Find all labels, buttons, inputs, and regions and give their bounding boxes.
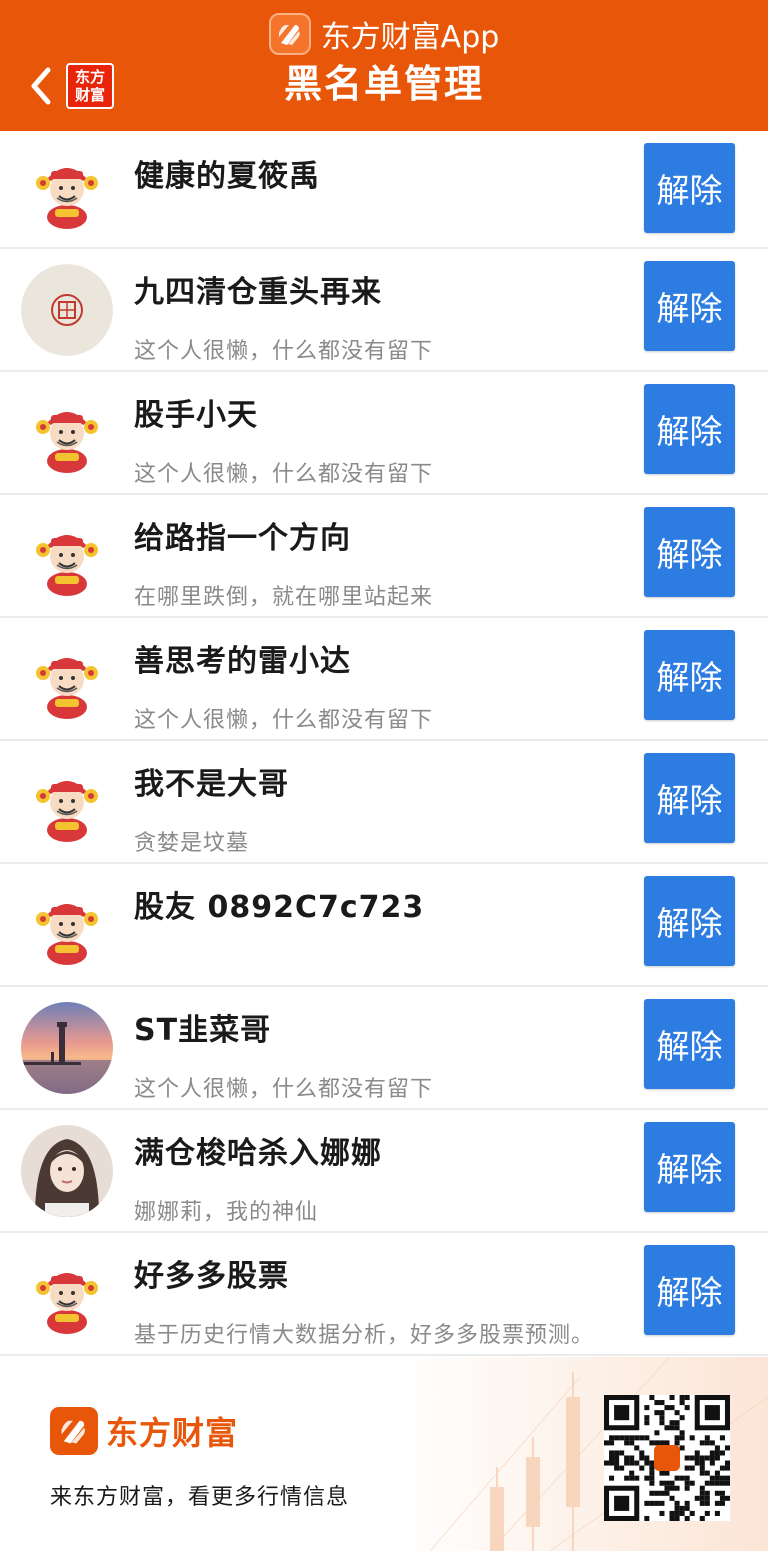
user-name: 善思考的雷小达: [134, 644, 351, 679]
user-bio: 在哪里跌倒，就在哪里站起来: [134, 585, 434, 610]
user-bio: 这个人很懒，什么都没有留下: [134, 708, 434, 733]
unblock-button[interactable]: 解除: [644, 143, 735, 233]
user-name: 股友 0892C7c723: [134, 890, 425, 925]
unblock-button[interactable]: 解除: [644, 507, 735, 597]
blacklist-row: 给路指一个方向在哪里跌倒，就在哪里站起来 解除: [0, 495, 768, 618]
user-name: 九四清仓重头再来: [134, 275, 382, 310]
unblock-button[interactable]: 解除: [644, 1245, 735, 1335]
unblock-button[interactable]: 解除: [644, 876, 735, 966]
blacklist-row: 股友 0892C7c723 解除: [0, 864, 768, 987]
blacklist-row: 我不是大哥贪婪是坟墓 解除: [0, 741, 768, 864]
page-title: 黑名单管理: [283, 62, 484, 106]
app-header: 东方财富App 东方 财富 黑名单管理: [0, 0, 768, 131]
blacklist-row: 健康的夏筱禹 解除: [0, 131, 768, 249]
avatar[interactable]: [21, 632, 113, 725]
avatar[interactable]: [21, 755, 113, 848]
footer-brand: 东方财富: [106, 1414, 239, 1452]
unblock-button[interactable]: 解除: [644, 1122, 735, 1212]
user-bio: 这个人很懒，什么都没有留下: [134, 339, 434, 364]
blacklist-row: 九四清仓重头再来这个人很懒，什么都没有留下 解除: [0, 249, 768, 372]
blacklist: 健康的夏筱禹 解除 九四清仓重头再来 这个人很懒，什么都没有留下 解除 股手小天 这个人…: [0, 131, 768, 1356]
user-name: 健康的夏筱禹: [134, 159, 320, 194]
unblock-button[interactable]: 解除: [644, 261, 735, 351]
brand-bar: 东方财富App: [0, 12, 768, 56]
avatar[interactable]: [21, 1124, 113, 1217]
avatar[interactable]: [21, 878, 113, 971]
user-name: ST韭菜哥: [134, 1013, 272, 1048]
blacklist-row: 满仓梭哈杀入娜娜娜娜莉，我的神仙 解除: [0, 1110, 768, 1233]
blacklist-row: 好多多股票基于历史行情大数据分析，好多多股票预测。 解除: [0, 1233, 768, 1356]
avatar[interactable]: [21, 509, 113, 602]
unblock-button[interactable]: 解除: [644, 384, 735, 474]
app-brand-name: 东方财富App: [320, 20, 500, 55]
user-name: 给路指一个方向: [134, 521, 351, 556]
avatar[interactable]: [21, 1247, 113, 1340]
unblock-button[interactable]: 解除: [644, 999, 735, 1089]
avatar[interactable]: [21, 386, 113, 479]
eastmoney-logo-icon: [268, 13, 311, 55]
user-bio: 基于历史行情大数据分析，好多多股票预测。: [134, 1323, 595, 1348]
unblock-button[interactable]: 解除: [644, 630, 735, 720]
user-name: 股手小天: [134, 398, 258, 433]
blacklist-row: 善思考的雷小达这个人很懒，什么都没有留下 解除: [0, 618, 768, 741]
blacklist-row: 股手小天这个人很懒，什么都没有留下 解除: [0, 372, 768, 495]
footer-slogan: 来东方财富，看更多行情信息: [50, 1485, 350, 1510]
user-bio: 娜娜莉，我的神仙: [134, 1200, 319, 1225]
user-bio: 这个人很懒，什么都没有留下: [134, 1077, 434, 1102]
avatar[interactable]: [21, 1001, 113, 1094]
user-name: 好多多股票: [134, 1259, 289, 1294]
user-bio: 贪婪是坟墓: [134, 831, 250, 856]
user-bio: 这个人很懒，什么都没有留下: [134, 462, 434, 487]
promo-footer[interactable]: 东方财富 来东方财富，看更多行情信息: [0, 1357, 768, 1551]
blacklist-row: ST韭菜哥这个人很懒，什么都没有留下 解除: [0, 987, 768, 1110]
eastmoney-logo-icon: [50, 1407, 98, 1455]
qr-code-icon[interactable]: [604, 1395, 730, 1521]
user-name: 我不是大哥: [134, 767, 289, 802]
avatar[interactable]: [21, 143, 113, 235]
avatar[interactable]: [21, 263, 113, 356]
user-name: 满仓梭哈杀入娜娜: [134, 1136, 382, 1171]
footer-logo: 东方财富: [50, 1407, 238, 1455]
unblock-button[interactable]: 解除: [644, 753, 735, 843]
